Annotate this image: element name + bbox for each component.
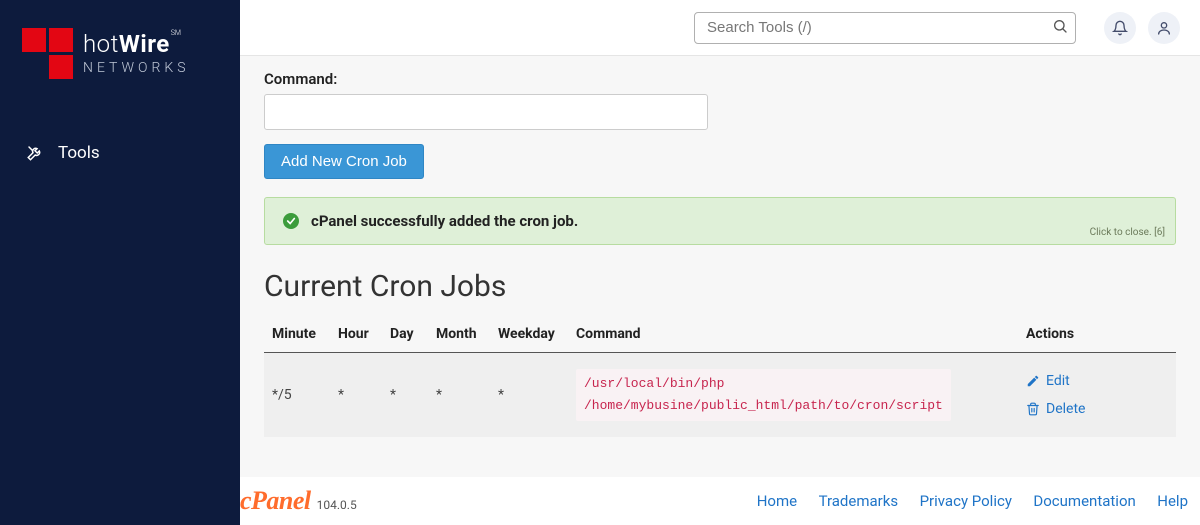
brand-subline: NETWORKS: [83, 60, 190, 76]
delete-link[interactable]: Delete: [1026, 401, 1168, 417]
section-title: Current Cron Jobs: [264, 269, 1176, 304]
footer-link-home[interactable]: Home: [757, 492, 797, 510]
cpanel-version: 104.0.5: [317, 498, 357, 512]
table-row: */5 * * * * /usr/local/bin/php /home/myb…: [264, 353, 1176, 438]
column-minute: Minute: [264, 318, 330, 353]
alert-message: cPanel successfully added the cron job.: [311, 212, 578, 230]
footer: cPanel 104.0.5 Home Trademarks Privacy P…: [240, 477, 1200, 525]
command-label: Command:: [264, 70, 1176, 88]
search-wrap: [694, 12, 1076, 44]
search-input[interactable]: [694, 12, 1076, 44]
column-day: Day: [382, 318, 428, 353]
cell-weekday: *: [490, 353, 568, 438]
column-month: Month: [428, 318, 490, 353]
command-input[interactable]: [264, 94, 708, 130]
cell-day: *: [382, 353, 428, 438]
main-content: Command: Add New Cron Job cPanel success…: [240, 56, 1200, 525]
footer-link-privacy[interactable]: Privacy Policy: [920, 492, 1012, 510]
bell-icon: [1112, 20, 1128, 36]
sidebar-nav: Tools: [0, 133, 240, 173]
cell-hour: *: [330, 353, 382, 438]
sidebar-item-label: Tools: [58, 143, 100, 163]
edit-link[interactable]: Edit: [1026, 373, 1168, 389]
cpanel-logo: cPanel: [240, 486, 311, 516]
cell-month: *: [428, 353, 490, 438]
brand-name: hotWireSM: [83, 32, 190, 56]
notifications-button[interactable]: [1104, 12, 1136, 44]
command-text: /usr/local/bin/php /home/mybusine/public…: [576, 369, 951, 421]
trash-icon: [1026, 402, 1040, 416]
check-icon: [283, 213, 299, 229]
account-button[interactable]: [1148, 12, 1180, 44]
add-cron-job-button[interactable]: Add New Cron Job: [264, 144, 424, 179]
cell-minute: */5: [264, 353, 330, 438]
sidebar: hotWireSM NETWORKS Tools: [0, 0, 240, 525]
cell-actions: Edit Delete: [1018, 353, 1176, 438]
footer-link-trademarks[interactable]: Trademarks: [819, 492, 899, 510]
footer-link-docs[interactable]: Documentation: [1033, 492, 1135, 510]
search-icon[interactable]: [1052, 18, 1068, 38]
column-actions: Actions: [1018, 318, 1176, 353]
logo-icon: [22, 28, 73, 79]
footer-links: Home Trademarks Privacy Policy Documenta…: [739, 492, 1188, 510]
topbar: [240, 0, 1200, 56]
footer-link-help[interactable]: Help: [1157, 492, 1188, 510]
success-alert[interactable]: cPanel successfully added the cron job. …: [264, 197, 1176, 245]
cell-command: /usr/local/bin/php /home/mybusine/public…: [568, 353, 1018, 438]
column-weekday: Weekday: [490, 318, 568, 353]
alert-close-hint: Click to close. [6]: [1090, 227, 1165, 238]
sidebar-item-tools[interactable]: Tools: [0, 133, 240, 173]
tools-icon: [26, 144, 44, 162]
column-command: Command: [568, 318, 1018, 353]
brand-logo: hotWireSM NETWORKS: [0, 0, 240, 107]
column-hour: Hour: [330, 318, 382, 353]
cron-jobs-table: Minute Hour Day Month Weekday Command Ac…: [264, 318, 1176, 437]
pencil-icon: [1026, 374, 1040, 388]
user-icon: [1156, 20, 1172, 36]
